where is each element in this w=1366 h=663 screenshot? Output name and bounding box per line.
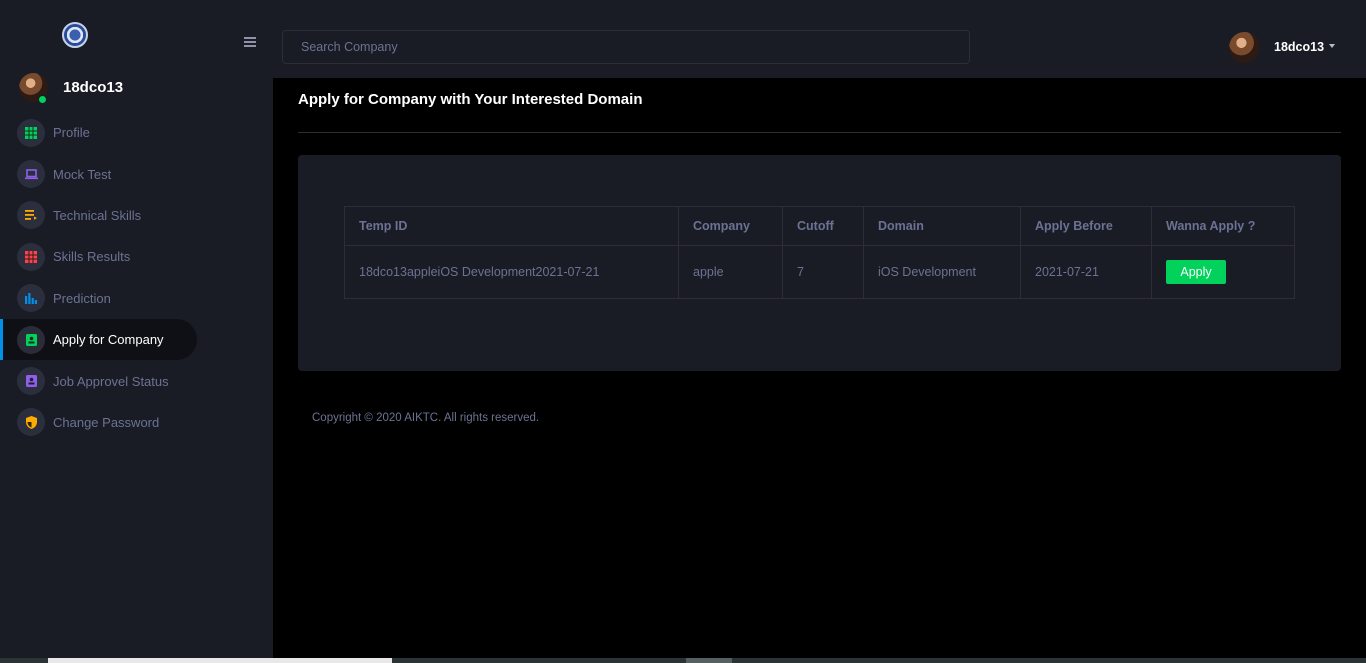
- column-header-wanna-apply: Wanna Apply ?: [1151, 206, 1295, 246]
- column-header-domain: Domain: [863, 206, 1021, 246]
- sidebar-nav: Profile Mock Test Technical Skills Skill…: [0, 112, 273, 443]
- column-header-apply-before: Apply Before: [1020, 206, 1152, 246]
- sidebar-item-technical-skills[interactable]: Technical Skills: [0, 195, 273, 236]
- column-header-company: Company: [678, 206, 783, 246]
- column-header-cutoff: Cutoff: [782, 206, 864, 246]
- scrollbar-track-segment: [48, 658, 392, 663]
- cell-action: Apply: [1151, 245, 1295, 299]
- user-name: 18dco13: [1274, 40, 1325, 54]
- sidebar-item-skills-results[interactable]: Skills Results: [0, 236, 273, 277]
- sidebar-item-label: Mock Test: [53, 166, 112, 182]
- column-header-temp-id: Temp ID: [344, 206, 679, 246]
- sidebar-item-mock-test[interactable]: Mock Test: [0, 153, 273, 194]
- playlist-icon: [17, 201, 45, 230]
- footer-copyright: Copyright © 2020 AIKTC. All rights reser…: [312, 412, 540, 424]
- grid-icon: [17, 118, 45, 147]
- contacts-icon: [17, 367, 45, 396]
- cell-cutoff: 7: [782, 245, 864, 299]
- bottom-scrollbar[interactable]: [0, 658, 1366, 663]
- sidebar-profile: 18dco13: [19, 73, 259, 105]
- sidebar-item-label: Change Password: [53, 414, 160, 430]
- cell-company: apple: [678, 245, 783, 299]
- online-status-dot: [38, 95, 47, 104]
- sidebar-item-label: Technical Skills: [53, 207, 142, 223]
- contacts-icon: [17, 325, 45, 354]
- table-header-row: Temp ID Company Cutoff Domain Apply Befo…: [344, 206, 1295, 246]
- scrollbar-thumb[interactable]: [686, 658, 732, 663]
- sidebar-item-label: Prediction: [53, 290, 111, 306]
- table-row: 18dco13appleiOS Development2021-07-21 ap…: [344, 245, 1295, 299]
- hamburger-menu-icon[interactable]: [244, 37, 256, 47]
- sidebar-item-change-password[interactable]: Change Password: [0, 402, 273, 443]
- caret-down-icon: [1329, 44, 1336, 48]
- cell-domain: iOS Development: [863, 245, 1021, 299]
- table-icon: [17, 242, 45, 271]
- laptop-icon: [17, 160, 45, 189]
- sidebar-item-label: Job Approvel Status: [53, 373, 169, 389]
- divider: [298, 132, 1341, 133]
- sidebar-item-prediction[interactable]: Prediction: [0, 278, 273, 319]
- security-icon: [17, 408, 45, 437]
- sidebar-item-apply-for-company[interactable]: Apply for Company: [0, 318, 197, 361]
- sidebar-item-job-approvel-status[interactable]: Job Approvel Status: [0, 360, 273, 401]
- chart-bar-icon: [17, 284, 45, 313]
- cell-temp-id: 18dco13appleiOS Development2021-07-21: [344, 245, 679, 299]
- cell-apply-before: 2021-07-21: [1020, 245, 1152, 299]
- company-table-card: Temp ID Company Cutoff Domain Apply Befo…: [298, 155, 1341, 371]
- logo-icon: [62, 22, 88, 48]
- sidebar-item-profile[interactable]: Profile: [0, 112, 273, 153]
- user-menu-dropdown[interactable]: 18dco13: [1229, 31, 1336, 63]
- profile-name: 18dco13: [63, 79, 124, 96]
- sidebar: 18dco13 Profile Mock Test Technical Skil…: [0, 0, 273, 658]
- sidebar-item-label: Apply for Company: [53, 332, 164, 348]
- sidebar-item-label: Profile: [53, 125, 90, 141]
- brand-logo[interactable]: [62, 22, 88, 48]
- company-table: Temp ID Company Cutoff Domain Apply Befo…: [344, 206, 1295, 299]
- sidebar-item-label: Skills Results: [53, 249, 131, 265]
- page-title: Apply for Company with Your Interested D…: [298, 91, 643, 108]
- apply-button[interactable]: Apply: [1166, 260, 1226, 284]
- search-input[interactable]: [282, 30, 970, 64]
- avatar: [1229, 31, 1260, 63]
